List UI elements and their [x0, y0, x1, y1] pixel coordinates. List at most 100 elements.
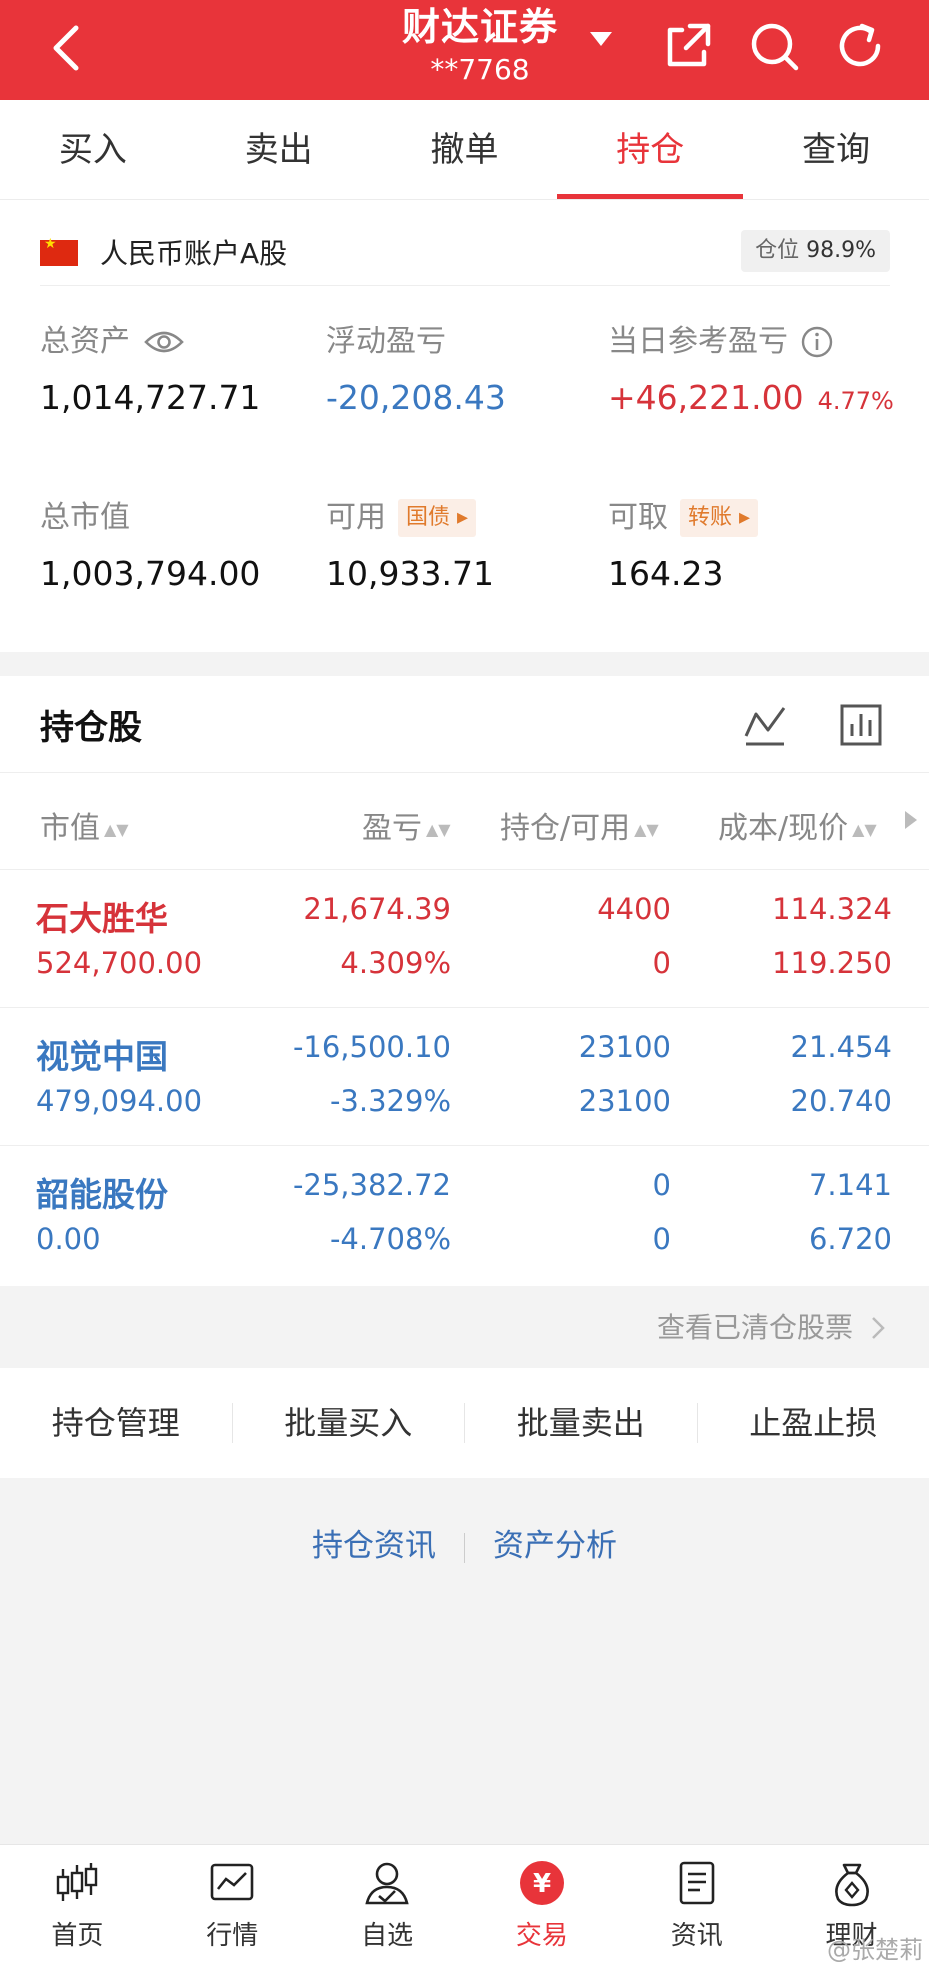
daily-pl-label: 当日参考盈亏 [608, 324, 788, 359]
stock-pl-pct: 4.309% [340, 946, 451, 980]
withdrawable-value: 164.23 [608, 554, 724, 593]
position-label: 仓位 [755, 238, 800, 263]
market-value-value: 1,003,794.00 [40, 554, 261, 593]
info-icon[interactable] [800, 325, 834, 359]
money-bag-icon [834, 1863, 869, 1907]
account-name: 人民币账户A股 [100, 237, 288, 270]
stock-price: 6.720 [808, 1222, 892, 1256]
nav-trade-label: 交易 [515, 1921, 568, 1951]
stock-holding: 23100 [578, 1030, 671, 1064]
nav-home[interactable]: 首页 [0, 1845, 155, 1964]
position-badge: 仓位 98.9% [741, 230, 890, 272]
nav-market[interactable]: 行情 [155, 1845, 310, 1964]
stock-available: 23100 [578, 1084, 671, 1118]
batch-buy-button[interactable]: 批量买入 [233, 1403, 465, 1443]
withdrawable-funds: 可取 转账 ▸ 164.23 [608, 496, 759, 593]
tab-buy[interactable]: 买入 [0, 100, 186, 199]
column-profit-loss[interactable]: 盈亏 ▲▼ [362, 803, 451, 847]
bar-chart-icon[interactable] [838, 702, 884, 748]
holdings-title: 持仓股 [40, 708, 142, 748]
stock-price: 20.740 [790, 1084, 892, 1118]
trade-tabs: 买入 卖出 撤单 持仓 查询 [0, 100, 929, 200]
stock-pl: -25,382.72 [292, 1168, 451, 1202]
share-external-icon[interactable] [660, 18, 716, 74]
stock-market-value: 524,700.00 [36, 946, 203, 980]
stock-available: 0 [652, 1222, 671, 1256]
stock-name: 韶能股份 [36, 1175, 168, 1214]
stock-holding: 0 [652, 1168, 671, 1202]
position-value: 98.9% [806, 238, 876, 263]
daily-pl-value: +46,221.00 [608, 378, 804, 417]
market-value-label: 总市值 [40, 500, 130, 535]
stock-pl: -16,500.10 [292, 1030, 451, 1064]
analysis-links: 持仓资讯 资产分析 [0, 1520, 929, 1570]
stock-name: 视觉中国 [36, 1037, 168, 1076]
line-chart-icon[interactable] [742, 702, 788, 748]
position-management-button[interactable]: 持仓管理 [0, 1403, 233, 1443]
nav-market-label: 行情 [206, 1921, 259, 1951]
nav-news-label: 资讯 [670, 1921, 723, 1951]
available-value: 10,933.71 [326, 554, 494, 593]
search-icon[interactable] [746, 18, 802, 74]
holding-row[interactable]: 韶能股份 0.00 -25,382.72 -4.708% 0 0 7.141 6… [0, 1146, 929, 1284]
cleared-stocks-link[interactable]: 查看已清仓股票 [0, 1286, 929, 1368]
account-summary: 人民币账户A股 仓位 98.9% 总资产 1,014,727.71 浮动盈亏 -… [0, 200, 929, 652]
weibo-watermark: @张楚莉 [827, 1936, 923, 1964]
tab-query[interactable]: 查询 [743, 100, 929, 199]
cleared-stocks-label: 查看已清仓股票 [656, 1311, 853, 1344]
floating-pl-label: 浮动盈亏 [326, 324, 446, 359]
holdings-actions: 持仓管理 批量买入 批量卖出 止盈止损 [0, 1368, 929, 1478]
account-number: **7768 [430, 53, 530, 86]
stock-name: 石大胜华 [36, 899, 168, 938]
scroll-right-icon[interactable] [905, 811, 917, 829]
stock-cost: 7.141 [808, 1168, 892, 1202]
tab-cancel[interactable]: 撤单 [372, 100, 558, 199]
nav-home-label: 首页 [51, 1921, 104, 1951]
column-holding-available[interactable]: 持仓/可用 ▲▼ [500, 803, 659, 847]
column-cost-price[interactable]: 成本/现价 ▲▼ [718, 803, 877, 847]
app-header: 财达证券 **7768 [0, 0, 929, 100]
available-funds: 可用 国债 ▸ 10,933.71 [326, 496, 494, 593]
tab-holdings[interactable]: 持仓 [557, 100, 743, 199]
stock-market-value: 0.00 [36, 1222, 101, 1256]
daily-pl: 当日参考盈亏 +46,221.00 4.77% [608, 320, 894, 417]
nav-watchlist-label: 自选 [361, 1921, 414, 1951]
daily-pl-pct: 4.77% [817, 387, 894, 415]
stop-profit-loss-button[interactable]: 止盈止损 [698, 1403, 929, 1443]
chevron-right-icon [872, 1317, 885, 1339]
transfer-tag[interactable]: 转账 ▸ [680, 499, 759, 537]
holding-row[interactable]: 石大胜华 524,700.00 21,674.39 4.309% 4400 0 … [0, 870, 929, 1008]
stock-pl-pct: -3.329% [329, 1084, 451, 1118]
holdings-news-link[interactable]: 持仓资讯 [284, 1520, 464, 1565]
tab-sell[interactable]: 卖出 [186, 100, 372, 199]
withdrawable-label: 可取 [608, 500, 668, 535]
total-assets-label: 总资产 [40, 324, 130, 359]
broker-switcher[interactable]: 财达证券 **7768 [340, 0, 620, 100]
holding-row[interactable]: 视觉中国 479,094.00 -16,500.10 -3.329% 23100… [0, 1008, 929, 1146]
broker-title: 财达证券 [401, 5, 558, 49]
market-value: 总市值 1,003,794.00 [40, 496, 260, 593]
column-market-value[interactable]: 市值 ▲▼ [40, 803, 129, 847]
holdings-panel: 持仓股 市值 ▲▼ 盈亏 ▲▼ 持仓/可用 ▲▼ 成本/现价 ▲▼ 石大胜华 524,7… [0, 676, 929, 1286]
holdings-column-header: 市值 ▲▼ 盈亏 ▲▼ 持仓/可用 ▲▼ 成本/现价 ▲▼ [0, 772, 929, 870]
sort-icon: ▲▼ [852, 820, 877, 839]
candlestick-icon [57, 1863, 98, 1901]
user-check-icon [365, 1862, 409, 1905]
caret-down-icon [590, 32, 612, 46]
asset-analysis-link[interactable]: 资产分析 [465, 1520, 645, 1565]
batch-sell-button[interactable]: 批量卖出 [465, 1403, 698, 1443]
back-arrow-icon[interactable] [40, 18, 100, 78]
china-flag-icon [40, 236, 78, 266]
floating-pl: 浮动盈亏 -20,208.43 [326, 320, 506, 417]
treasury-bond-tag[interactable]: 国债 ▸ [398, 499, 477, 537]
nav-watchlist[interactable]: 自选 [310, 1845, 465, 1964]
document-icon [679, 1861, 715, 1905]
refresh-icon[interactable] [832, 18, 888, 74]
nav-trade[interactable]: ¥ 交易 [464, 1845, 619, 1964]
stock-available: 0 [652, 946, 671, 980]
account-selector[interactable]: 人民币账户A股 仓位 98.9% [40, 220, 890, 286]
total-assets-value: 1,014,727.71 [40, 378, 261, 417]
available-label: 可用 [326, 500, 386, 535]
nav-news[interactable]: 资讯 [619, 1845, 774, 1964]
eye-icon[interactable] [144, 328, 184, 356]
